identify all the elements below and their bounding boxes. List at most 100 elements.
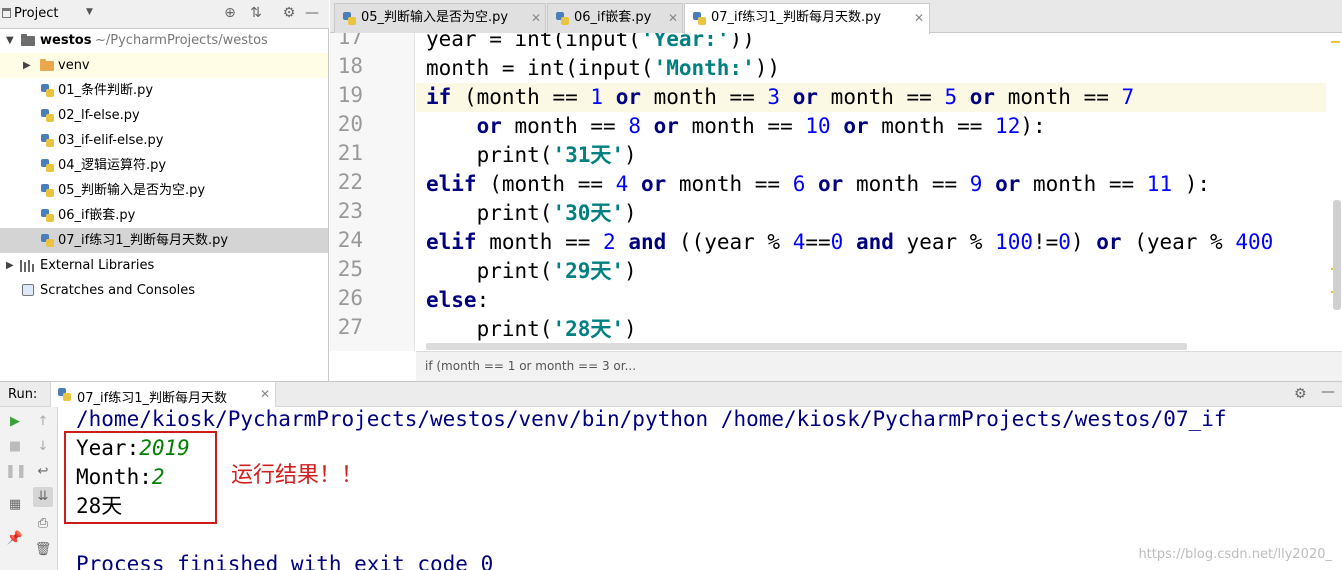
scroll-to-end-icon[interactable]: ⇊ (33, 487, 53, 507)
close-icon[interactable]: ✕ (260, 387, 270, 401)
code-line: year = int(input('Year:')) (426, 33, 755, 54)
code-token: and (855, 230, 894, 254)
tree-item-label: 05_判断输入是否为空.py (58, 183, 206, 198)
pin-icon[interactable]: 📌 (5, 529, 25, 549)
tree-item-file[interactable]: 01_条件判断.py (0, 78, 328, 103)
tree-item-westos[interactable]: ▼ westos ~/PycharmProjects/westos (0, 28, 328, 53)
run-label: Run: (8, 387, 38, 402)
code-token: == (805, 230, 831, 254)
tab-label: 06_if嵌套.py (574, 10, 652, 25)
tree-item-file[interactable]: 06_if嵌套.py (0, 203, 328, 228)
tab-06-file[interactable]: 06_if嵌套.py ✕ (547, 3, 683, 33)
arrow-up-icon[interactable]: ↑ (33, 412, 53, 432)
code-token: != (1033, 230, 1059, 254)
gear-icon[interactable]: ⚙ (281, 5, 297, 21)
chevron-down-icon[interactable]: ▼ (86, 7, 93, 17)
tree-item-label: 06_if嵌套.py (58, 208, 136, 223)
code-area[interactable]: year = int(input('Year:')) month = int(in… (416, 33, 1326, 351)
chevron-down-icon[interactable]: ▼ (6, 28, 14, 53)
code-token: ): (1172, 172, 1211, 196)
code-token: elif (426, 230, 477, 254)
tab-07-file[interactable]: 07_if练习1_判断每月天数.py ✕ (684, 3, 930, 34)
code-token: 10 (805, 114, 831, 138)
code-line: or month == 8 or month == 10 or month ==… (426, 112, 1046, 141)
code-token: '31天' (552, 143, 625, 167)
code-token: 400 (1235, 230, 1274, 254)
layout-icon[interactable]: ▦ (5, 495, 25, 515)
line-number: 24 (337, 228, 363, 252)
vertical-scrollbar[interactable] (1333, 200, 1341, 310)
trash-icon[interactable]: 🗑 (33, 540, 53, 560)
run-header: Run: 07_if练习1_判断每月天数 ✕ ⚙ — (0, 381, 1342, 408)
gear-icon[interactable]: ⚙ (1294, 386, 1307, 402)
code-line: else: (426, 286, 489, 315)
chevron-right-icon[interactable]: ▶ (6, 253, 14, 278)
tree-item-file[interactable]: 04_逻辑运算符.py (0, 153, 328, 178)
horizontal-scrollbar[interactable] (426, 343, 1187, 350)
tree-item-external-libraries[interactable]: ▶ External Libraries (0, 253, 328, 278)
tab-label: 05_判断输入是否为空.py (361, 10, 509, 25)
tree-item-label: Scratches and Consoles (40, 283, 196, 298)
code-token: 11 (1146, 172, 1173, 196)
code-token: month == (476, 230, 604, 254)
soft-wrap-icon[interactable]: ↩ (33, 462, 53, 482)
hide-icon[interactable]: — (304, 5, 320, 21)
run-tab[interactable]: 07_if练习1_判断每月天数 ✕ (50, 382, 276, 408)
code-token: or (969, 85, 996, 109)
code-token: ) (624, 259, 637, 283)
line-number: 25 (337, 257, 363, 281)
tree-item-venv[interactable]: ▶ venv (0, 53, 328, 78)
close-icon[interactable]: ✕ (914, 4, 924, 32)
tree-item-label: venv (58, 58, 90, 73)
tree-item-scratches[interactable]: Scratches and Consoles (0, 278, 328, 303)
window-icon (2, 8, 11, 18)
minimize-icon[interactable]: — (1321, 384, 1335, 400)
code-token: month == (818, 85, 945, 109)
line-number: 22 (337, 170, 363, 194)
code-token: else (426, 288, 477, 312)
code-token: 3 (767, 85, 781, 109)
close-icon[interactable]: ✕ (668, 4, 678, 32)
tree-item-file[interactable]: 03_if-elif-else.py (0, 128, 328, 153)
close-icon[interactable]: ✕ (531, 4, 541, 32)
line-number: 19 (337, 83, 363, 107)
breadcrumb[interactable]: if (month == 1 or month == 3 or... (416, 351, 1342, 381)
tab-05-file[interactable]: 05_判断输入是否为空.py ✕ (334, 3, 546, 33)
locate-icon[interactable]: ⊕ (222, 5, 238, 21)
collapse-icon[interactable]: ⇅ (248, 5, 264, 21)
code-token: 'Month:' (653, 56, 755, 80)
code-line: print('30天') (426, 199, 637, 228)
rerun-icon[interactable]: ▶ (5, 412, 25, 432)
chevron-right-icon[interactable]: ▶ (23, 53, 31, 78)
line-number: 17 (337, 33, 363, 49)
code-token: (input( (552, 33, 641, 51)
tree-item-file-selected[interactable]: 07_if练习1_判断每月天数.py (0, 228, 328, 253)
project-panel: Project ▼ ⊕ ⇅ ⚙ — ▼ westos ~/PycharmProj… (0, 0, 329, 381)
tree-item-label: 03_if-elif-else.py (58, 133, 164, 148)
project-title[interactable]: Project (14, 6, 58, 21)
result-annotation: 运行结果！！ (231, 463, 364, 488)
editor-tab-bar: 05_判断输入是否为空.py ✕ 06_if嵌套.py ✕ 07_if练习1_判… (330, 0, 1342, 34)
code-token: '28天' (552, 317, 625, 341)
tab-label: 07_if练习1_判断每月天数.py (711, 10, 882, 25)
arrow-down-icon[interactable]: ↓ (33, 437, 53, 457)
python-file-icon (41, 234, 54, 247)
code-line: elif (month == 4 or month == 6 or month … (426, 170, 1210, 199)
pause-icon[interactable]: ❚❚ (5, 462, 27, 482)
tree-item-label: 07_if练习1_判断每月天数.py (58, 233, 229, 248)
tree-item-file[interactable]: 02_lf-else.py (0, 103, 328, 128)
tree-item-file[interactable]: 05_判断输入是否为空.py (0, 178, 328, 203)
stop-icon[interactable]: ■ (5, 437, 25, 457)
code-token: month == (868, 114, 996, 138)
folder-icon (21, 34, 35, 46)
tree-item-label: 02_lf-else.py (58, 108, 140, 123)
code-token: print( (426, 201, 553, 225)
console-output[interactable]: /home/kiosk/PycharmProjects/westos/venv/… (59, 407, 1342, 570)
line-number: 18 (337, 54, 363, 78)
print-icon[interactable]: ⎙ (33, 514, 53, 534)
code-token: or (843, 114, 869, 138)
